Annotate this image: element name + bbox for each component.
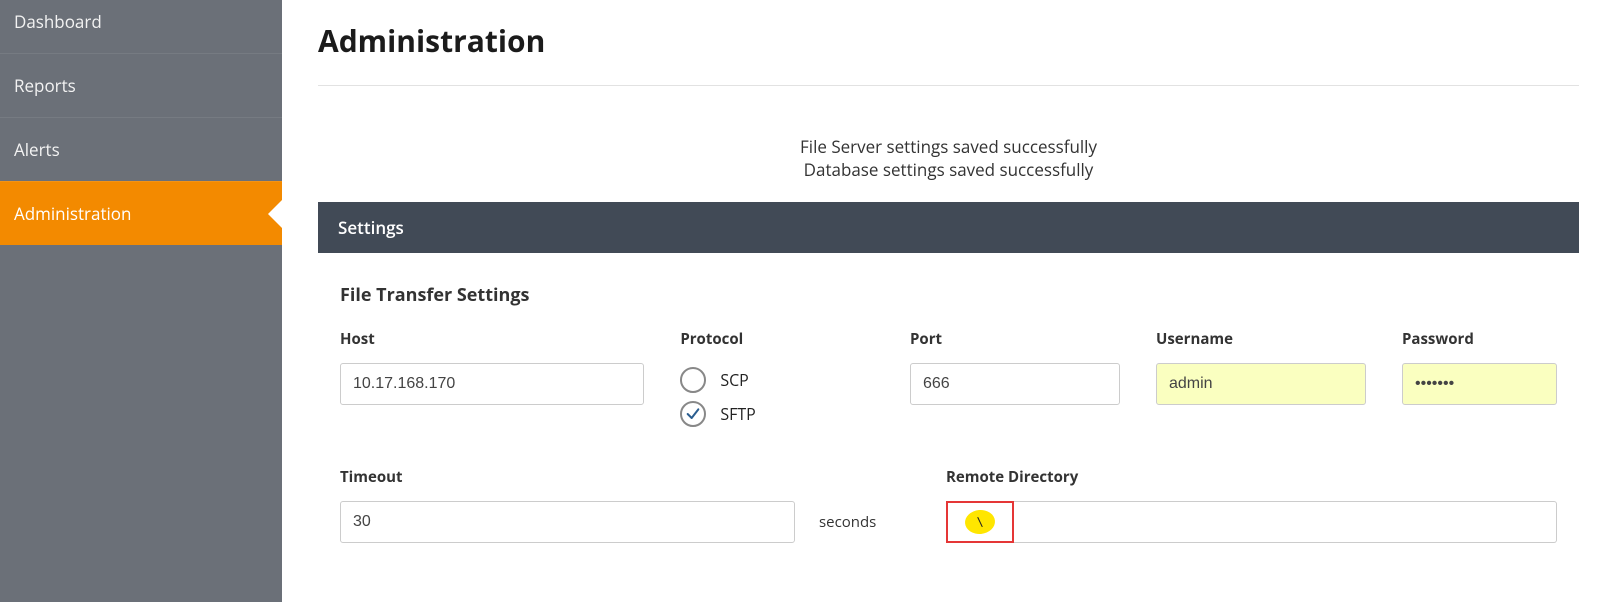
sidebar-item-label: Dashboard: [14, 10, 102, 33]
field-timeout: Timeout seconds: [340, 467, 910, 543]
check-icon: [685, 406, 701, 422]
sidebar-item-label: Reports: [14, 74, 76, 97]
field-host: Host: [340, 329, 644, 405]
status-line-1: File Server settings saved successfully: [318, 136, 1579, 159]
radio-circle-icon: [680, 401, 706, 427]
settings-panel-body: File Transfer Settings Host Protocol SCP: [318, 253, 1579, 593]
host-input[interactable]: [340, 363, 644, 405]
timeout-suffix: seconds: [819, 512, 876, 532]
protocol-radio-label-sftp: SFTP: [720, 403, 755, 425]
sidebar-item-dashboard[interactable]: Dashboard: [0, 0, 282, 53]
remote-dir-label: Remote Directory: [946, 467, 1557, 487]
field-password: Password: [1402, 329, 1557, 405]
timeout-label: Timeout: [340, 467, 910, 487]
section-title: File Transfer Settings: [340, 283, 1557, 307]
form-row-2: Timeout seconds Remote Directory \: [340, 467, 1557, 543]
host-label: Host: [340, 329, 644, 349]
form-row-1: Host Protocol SCP: [340, 329, 1557, 427]
username-input[interactable]: [1156, 363, 1366, 405]
sidebar-item-administration[interactable]: Administration: [0, 181, 282, 245]
protocol-radio-scp[interactable]: SCP: [680, 367, 874, 393]
field-username: Username: [1156, 329, 1366, 405]
settings-panel-title: Settings: [338, 216, 404, 239]
protocol-radio-label-scp: SCP: [720, 369, 748, 391]
field-port: Port: [910, 329, 1120, 405]
port-input[interactable]: [910, 363, 1120, 405]
field-remote-directory: Remote Directory \: [946, 467, 1557, 543]
status-messages: File Server settings saved successfully …: [318, 86, 1579, 202]
protocol-radio-sftp[interactable]: SFTP: [680, 401, 874, 427]
settings-panel-header: Settings: [318, 202, 1579, 253]
port-label: Port: [910, 329, 1120, 349]
radio-circle-icon: [680, 367, 706, 393]
page-title: Administration: [318, 20, 1579, 86]
sidebar-item-label: Alerts: [14, 138, 60, 161]
protocol-radio-group: SCP SFTP: [680, 363, 874, 427]
sidebar: Dashboard Reports Alerts Administration: [0, 0, 282, 602]
main-content: Administration File Server settings save…: [282, 0, 1615, 602]
sidebar-item-label: Administration: [14, 202, 131, 225]
username-label: Username: [1156, 329, 1366, 349]
password-input[interactable]: [1402, 363, 1557, 405]
sidebar-item-reports[interactable]: Reports: [0, 53, 282, 117]
remote-dir-input[interactable]: [1014, 501, 1557, 543]
sidebar-item-alerts[interactable]: Alerts: [0, 117, 282, 181]
highlight-icon: \: [964, 509, 996, 536]
timeout-input[interactable]: [340, 501, 795, 543]
remote-dir-addon[interactable]: \: [946, 501, 1014, 543]
status-line-2: Database settings saved successfully: [318, 159, 1579, 182]
field-protocol: Protocol SCP SFTP: [680, 329, 874, 427]
password-label: Password: [1402, 329, 1557, 349]
protocol-label: Protocol: [680, 329, 874, 349]
remote-dir-addon-text: \: [977, 512, 984, 531]
